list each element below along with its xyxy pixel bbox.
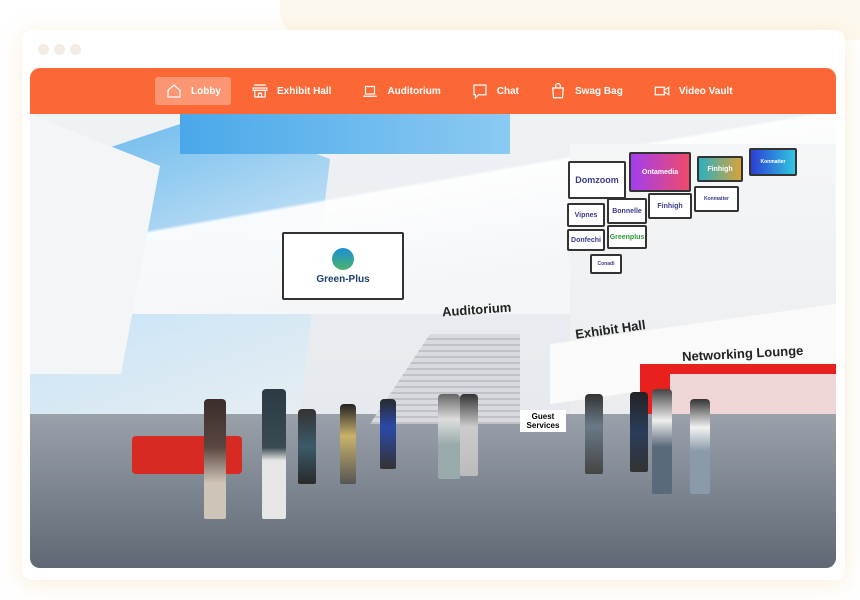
- attendee: [380, 399, 396, 469]
- laptop-icon: [363, 85, 378, 97]
- window-dot: [38, 44, 49, 55]
- monitor-text: Green-Plus: [316, 273, 370, 285]
- attendee: [460, 394, 478, 476]
- nav-label: Video Vault: [678, 85, 733, 97]
- nav-label: Lobby: [191, 85, 221, 97]
- sponsor-board: Ontamedia: [629, 152, 691, 192]
- storefront-icon: [252, 84, 268, 98]
- sponsor-board: Finhigh: [697, 156, 743, 182]
- green-plus-monitor: Green-Plus: [282, 232, 404, 300]
- nav-label: Swag Bag: [575, 85, 623, 97]
- attendee: [438, 394, 460, 479]
- sponsor-name: Domzoom: [575, 175, 619, 185]
- sponsor-name: Donfechi: [571, 236, 601, 244]
- home-icon: [167, 84, 181, 98]
- sponsor-board: Conadi: [590, 254, 622, 274]
- attendee: [585, 394, 603, 474]
- sponsor-board: Domzoom: [568, 161, 626, 199]
- sponsor-board: Konmatter: [694, 186, 739, 212]
- green-plus-logo: [332, 247, 354, 270]
- sponsor-name: Conadi: [597, 261, 615, 267]
- nav-chat[interactable]: Chat: [461, 77, 529, 105]
- attendee: [652, 389, 672, 494]
- sponsor-name: Finhigh: [657, 202, 683, 210]
- sponsor-board: Bonnelle: [607, 198, 647, 224]
- sponsor-board: Donfechi: [567, 229, 605, 251]
- window-dot: [54, 44, 65, 55]
- attendee: [262, 389, 286, 519]
- sponsor-name: Konmatter: [760, 159, 786, 165]
- sponsor-board: Finhigh: [648, 193, 692, 219]
- window-dot: [70, 44, 81, 55]
- nav-lobby[interactable]: Lobby: [155, 77, 231, 105]
- sponsor-board: Vipnes: [567, 203, 605, 227]
- nav-auditorium[interactable]: Auditorium: [351, 77, 450, 105]
- guest-services-desk[interactable]: Guest Services: [520, 410, 566, 432]
- nav-swag-bag[interactable]: Swag Bag: [539, 77, 633, 105]
- nav-label: Chat: [496, 85, 520, 97]
- sponsor-name: Ontamedia: [641, 168, 679, 176]
- sponsor-name: Konmatter: [703, 196, 729, 202]
- video-camera-icon: [654, 86, 670, 96]
- nav-label: Auditorium: [387, 85, 441, 97]
- lobby-scene: Green-Plus Domzoom Ontamedia Finhigh Kon…: [30, 114, 836, 568]
- nav-exhibit-hall[interactable]: Exhibit Hall: [241, 77, 341, 105]
- top-navigation: Lobby Exhibit Hall Auditorium Chat Swag …: [30, 68, 836, 114]
- sponsor-board: Konmatter: [749, 148, 797, 176]
- chat-bubble-icon: [473, 84, 487, 100]
- attendee: [298, 409, 316, 484]
- attendee: [340, 404, 356, 484]
- attendee: [630, 392, 648, 472]
- nav-label: Exhibit Hall: [277, 85, 332, 97]
- attendee: [204, 399, 226, 519]
- sponsor-name: Bonnelle: [612, 207, 642, 215]
- nav-video-vault[interactable]: Video Vault: [643, 77, 743, 105]
- sponsor-board: Greenplus: [607, 225, 647, 249]
- shopping-bag-icon: [552, 82, 564, 99]
- sponsor-name: Vipnes: [574, 211, 598, 219]
- attendee: [690, 399, 710, 494]
- sponsor-name: Finhigh: [707, 165, 733, 173]
- sponsor-name: Greenplus: [609, 233, 645, 241]
